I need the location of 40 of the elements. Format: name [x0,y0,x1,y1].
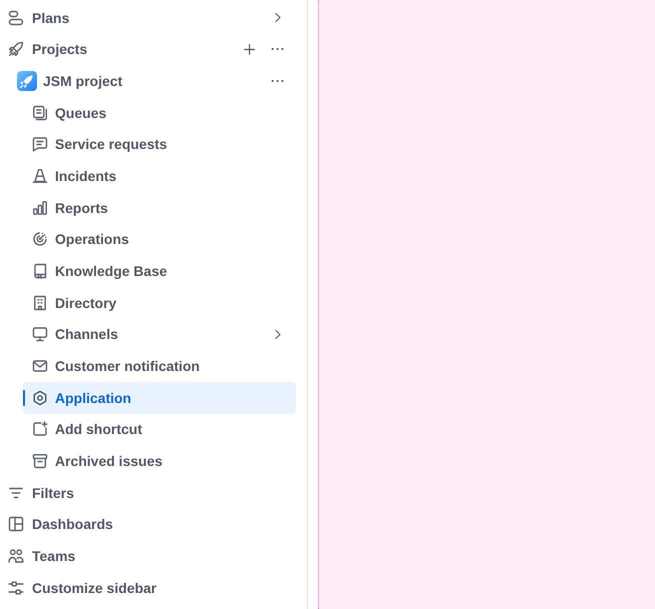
nav-item[interactable]: Teams [0,540,296,572]
nav-item[interactable]: Incidents [23,160,296,192]
people-icon [8,548,24,564]
monitor-icon [32,326,48,342]
stacked-rows-icon [8,10,24,26]
nav-item[interactable]: Service requests [23,128,296,160]
document-stack-icon [32,104,48,121]
nav-item[interactable]: Add shortcut [23,414,296,446]
cone-icon [32,168,48,184]
nav-item[interactable]: Customize sidebar [0,572,296,604]
rocket-tile-icon [17,71,37,92]
nav-item[interactable]: Channels [23,318,296,350]
book-icon [32,263,48,280]
ellipsis-icon[interactable] [271,79,284,84]
nav-item[interactable]: JSM project [0,65,296,97]
hexagon-icon [32,390,48,406]
ellipsis-icon[interactable] [271,47,284,52]
nav-item[interactable]: Filters [0,476,296,508]
bar-chart-icon [32,200,48,216]
chat-bubble-icon [32,136,48,152]
nav-item[interactable]: Customer notification [23,350,296,382]
envelope-icon [32,358,48,374]
square-plus-icon [32,421,48,438]
nav-item[interactable]: Queues [23,96,296,129]
nav-item[interactable]: Archived issues [23,445,296,477]
building-icon [32,294,48,311]
nav-item[interactable]: Dashboards [0,508,296,540]
layout-icon [8,516,24,532]
plus-icon[interactable] [243,42,256,56]
nav-item[interactable]: Projects [0,34,296,66]
radar-icon [32,231,48,248]
archive-box-icon [32,453,48,470]
nav-item[interactable]: Plans [0,2,296,34]
nav-item[interactable]: Directory [23,286,296,319]
rocket-icon [8,41,24,58]
nav-item[interactable]: Knowledge Base [23,255,296,287]
sliders-icon [8,580,24,596]
nav-item[interactable]: Application [23,382,296,414]
nav-item[interactable]: Reports [23,192,296,224]
nav-item[interactable]: Operations [23,224,296,256]
